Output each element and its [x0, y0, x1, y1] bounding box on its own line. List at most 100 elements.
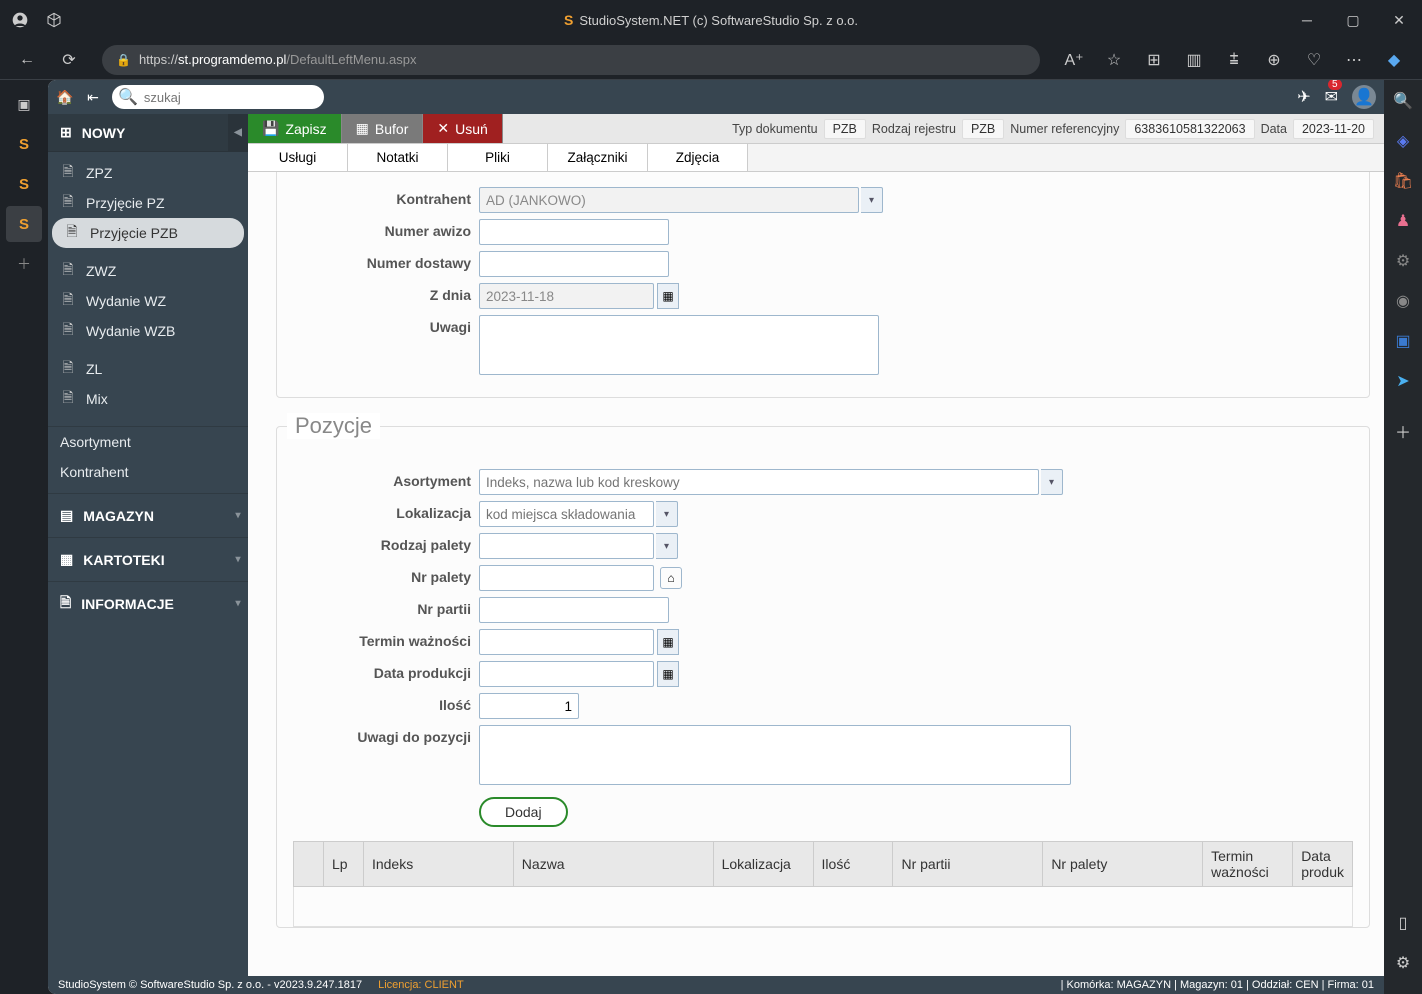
sidebar-item-wzb[interactable]: 🗎Wydanie WZB	[48, 316, 248, 346]
edge-send-icon[interactable]: ➤	[1388, 366, 1418, 396]
url-path: /DefaultLeftMenu.aspx	[286, 52, 416, 67]
sidebar-item-pz[interactable]: 🗎Przyjęcie PZ	[48, 188, 248, 218]
uwagi-textarea[interactable]	[479, 315, 879, 375]
grid-col-lokalizacja[interactable]: Lokalizacja	[713, 842, 813, 887]
new-tab-button[interactable]: ＋	[6, 246, 42, 282]
chevron-down-icon: ▾	[228, 538, 248, 582]
maximize-button[interactable]: ▢	[1330, 0, 1376, 40]
grid-col-termin[interactable]: Termin ważności	[1203, 842, 1293, 887]
edge-search-icon[interactable]: 🔍	[1388, 86, 1418, 116]
calendar-icon[interactable]: ▦	[657, 629, 679, 655]
home-icon[interactable]: 🏠	[56, 89, 74, 106]
calendar-icon[interactable]: ▦	[657, 661, 679, 687]
tab-3[interactable]: S	[6, 206, 42, 242]
sidebar-group-kartoteki[interactable]: ▦KARTOTEKI▾	[48, 537, 248, 581]
tab-uslugi[interactable]: Usługi	[248, 144, 348, 171]
ilosc-input[interactable]	[479, 693, 579, 719]
dropdown-icon[interactable]: ▾	[656, 533, 678, 559]
add-button[interactable]: Dodaj	[479, 797, 568, 827]
search-input[interactable]	[144, 90, 320, 105]
minimize-button[interactable]: ─	[1284, 0, 1330, 40]
edge-panel-icon[interactable]: ▯	[1388, 908, 1418, 938]
favorites-bar-icon[interactable]: ⩲	[1216, 43, 1252, 77]
dostawa-input[interactable]	[479, 251, 669, 277]
dropdown-icon[interactable]: ▾	[1041, 469, 1063, 495]
sidebar-group-magazyn[interactable]: ▤MAGAZYN▾	[48, 493, 248, 537]
sidebar-item-wz[interactable]: 🗎Wydanie WZ	[48, 286, 248, 316]
sidebar-item-pzb[interactable]: 🗎Przyjęcie PZB	[52, 218, 244, 248]
close-button[interactable]: ✕	[1376, 0, 1422, 40]
performance-icon[interactable]: ♡	[1296, 43, 1332, 77]
cube-icon[interactable]	[46, 12, 62, 28]
sidebar-item-mix[interactable]: 🗎Mix	[48, 384, 248, 414]
sidebar-item-kontrahent[interactable]: Kontrahent	[48, 457, 248, 487]
profile-icon[interactable]	[12, 12, 28, 28]
edge-games-icon[interactable]: ♟	[1388, 206, 1418, 236]
sidebar-item-zl[interactable]: 🗎ZL	[48, 354, 248, 384]
read-aloud-icon[interactable]: A⁺	[1056, 43, 1092, 77]
edge-office-icon[interactable]: ◉	[1388, 286, 1418, 316]
grid-col-select[interactable]	[294, 842, 324, 887]
plus-icon: ⊞	[60, 124, 72, 141]
more-icon[interactable]: ⋯	[1336, 43, 1372, 77]
user-icon[interactable]: 👤	[1352, 85, 1376, 109]
extensions-icon[interactable]: ⊞	[1136, 43, 1172, 77]
collections-icon[interactable]: ⊕	[1256, 43, 1292, 77]
sidebar-group-informacje[interactable]: 🗎INFORMACJE▾	[48, 581, 248, 625]
dropdown-icon[interactable]: ▾	[861, 187, 883, 213]
scan-icon[interactable]: ⌂	[660, 567, 682, 589]
chevron-left-icon[interactable]: ◀	[228, 114, 248, 152]
nrpal-input[interactable]	[479, 565, 654, 591]
term-input[interactable]	[479, 629, 654, 655]
edge-settings-icon[interactable]: ⚙	[1388, 948, 1418, 978]
dropdown-icon[interactable]: ▾	[656, 501, 678, 527]
back-button[interactable]: ←	[10, 43, 44, 77]
grid-col-nrpalety[interactable]: Nr palety	[1043, 842, 1203, 887]
tab-2[interactable]: S	[6, 166, 42, 202]
uwagi-poz-textarea[interactable]	[479, 725, 1071, 785]
tab-zdjecia[interactable]: Zdjęcia	[648, 144, 748, 171]
plane-icon[interactable]: ✈	[1297, 87, 1310, 107]
favorite-icon[interactable]: ☆	[1096, 43, 1132, 77]
tab-1[interactable]: S	[6, 126, 42, 162]
sidebar-item-zwz[interactable]: 🗎ZWZ	[48, 256, 248, 286]
sidebar-item-asortyment[interactable]: Asortyment	[48, 427, 248, 457]
refresh-button[interactable]: ⟳	[52, 43, 86, 77]
tab-notatki[interactable]: Notatki	[348, 144, 448, 171]
buffer-button[interactable]: ▦Bufor	[342, 114, 424, 143]
lok-input[interactable]	[479, 501, 654, 527]
grid-col-dataprod[interactable]: Data produk	[1293, 842, 1353, 887]
asort-input[interactable]	[479, 469, 1039, 495]
paleta-input[interactable]	[479, 533, 654, 559]
tabs-icon[interactable]: ▣	[6, 86, 42, 122]
grid-col-nazwa[interactable]: Nazwa	[513, 842, 713, 887]
zdnia-input[interactable]	[479, 283, 654, 309]
menu-collapse-icon[interactable]: ⇤	[84, 89, 102, 106]
nrpar-label: Nr partii	[293, 597, 479, 617]
nrpar-input[interactable]	[479, 597, 669, 623]
copilot-icon[interactable]: ◆	[1376, 43, 1412, 77]
calendar-icon[interactable]: ▦	[657, 283, 679, 309]
grid-col-ilosc[interactable]: Ilość	[813, 842, 893, 887]
mail-icon[interactable]: ✉5	[1325, 87, 1338, 107]
prod-input[interactable]	[479, 661, 654, 687]
edge-tools-icon[interactable]: ⚙	[1388, 246, 1418, 276]
sidebar-item-zpz[interactable]: 🗎ZPZ	[48, 158, 248, 188]
grid-col-nrpartii[interactable]: Nr partii	[893, 842, 1043, 887]
save-button[interactable]: 💾Zapisz	[248, 114, 342, 143]
split-icon[interactable]: ▥	[1176, 43, 1212, 77]
edge-add-icon[interactable]: ＋	[1388, 416, 1418, 446]
edge-tag-icon[interactable]: ◈	[1388, 126, 1418, 156]
edge-outlook-icon[interactable]: ▣	[1388, 326, 1418, 356]
tab-zalaczniki[interactable]: Załączniki	[548, 144, 648, 171]
grid-col-lp[interactable]: Lp	[323, 842, 363, 887]
edge-shopping-icon[interactable]: 🛍	[1388, 166, 1418, 196]
kontrahent-input[interactable]	[479, 187, 859, 213]
delete-button[interactable]: ✕Usuń	[423, 114, 502, 143]
tab-pliki[interactable]: Pliki	[448, 144, 548, 171]
doc-icon: 🗎	[60, 289, 76, 313]
awizo-input[interactable]	[479, 219, 669, 245]
grid-col-indeks[interactable]: Indeks	[363, 842, 513, 887]
sidebar-section-new[interactable]: ⊞ NOWY ◀	[48, 114, 248, 152]
address-bar[interactable]: 🔒 https://st.programdemo.pl/DefaultLeftM…	[102, 45, 1040, 75]
